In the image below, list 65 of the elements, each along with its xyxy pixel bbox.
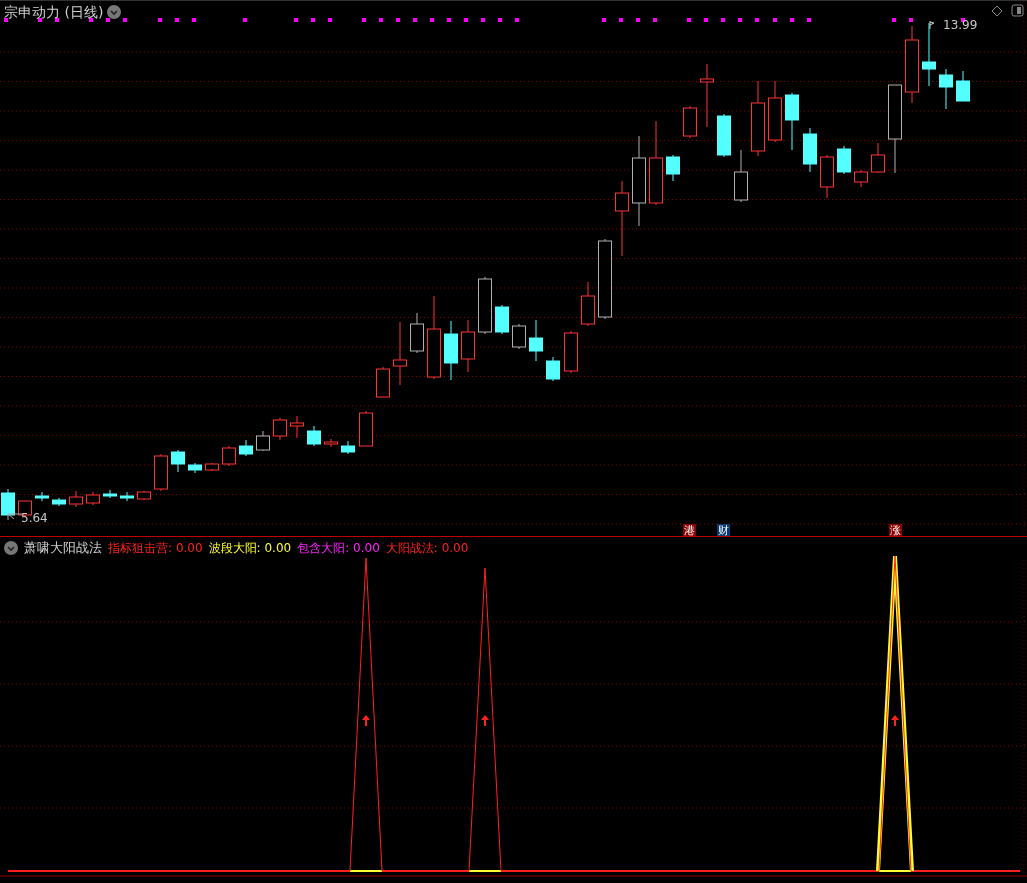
indicator-name: 萧啸大阳战法 — [24, 539, 102, 558]
candlestick — [495, 304, 509, 335]
indicator-value: 大阳战法: 0.00 — [385, 540, 469, 557]
candlestick — [188, 462, 202, 474]
diamond-icon[interactable] — [991, 5, 1003, 17]
candlestick — [307, 425, 321, 447]
candlestick — [529, 319, 543, 362]
candlestick — [324, 438, 338, 448]
candlestick — [820, 154, 834, 199]
candlestick — [1, 488, 15, 516]
candlestick — [461, 319, 475, 373]
low-price-label: 5.64 — [21, 512, 48, 524]
candlestick — [768, 80, 782, 143]
candlestick — [700, 63, 714, 128]
dropdown-icon[interactable] — [4, 541, 18, 555]
candlestick — [666, 154, 680, 182]
candlestick — [154, 453, 168, 492]
candlestick — [546, 356, 560, 382]
candlestick — [717, 113, 731, 158]
candlestick — [120, 491, 134, 502]
candlestick — [564, 330, 578, 374]
candlestick — [871, 142, 885, 174]
up-arrow-icon — [362, 715, 370, 726]
up-arrow-icon — [891, 715, 899, 726]
candlestick — [683, 105, 697, 139]
candlestick — [376, 366, 390, 398]
chart-title: 宗申动力 (日线) — [4, 2, 104, 22]
candlestick — [103, 489, 117, 499]
candlestick — [205, 462, 219, 472]
candlestick — [393, 321, 407, 386]
candlestick — [256, 430, 270, 452]
candlestick — [69, 490, 83, 508]
candlestick — [239, 439, 253, 457]
panel-icon[interactable] — [1011, 4, 1024, 17]
candlestick — [478, 276, 492, 335]
candlestick — [512, 323, 526, 350]
candlestick — [734, 149, 748, 203]
candlestick — [410, 312, 424, 354]
candlestick — [854, 169, 868, 188]
candlestick — [341, 440, 355, 455]
candlestick — [35, 491, 49, 502]
candlestick — [86, 491, 100, 506]
candlestick — [922, 22, 936, 87]
flag-icon — [929, 20, 935, 30]
candlestick — [837, 145, 851, 175]
candlestick — [52, 497, 66, 507]
candlestick — [171, 449, 185, 473]
indicator-value: 指标狙击营: 0.00 — [108, 540, 203, 557]
candlestick — [359, 410, 373, 447]
up-arrow-icon — [481, 715, 489, 726]
high-price-label: 13.99 — [943, 19, 978, 31]
candlestick — [785, 92, 799, 151]
candlestick — [444, 320, 458, 381]
candlestick — [290, 415, 304, 439]
candlestick — [273, 417, 287, 441]
candlestick — [803, 127, 817, 173]
candlestick — [222, 445, 236, 467]
indicator-value: 波段大阳: 0.00 — [208, 540, 292, 557]
candlestick — [956, 70, 970, 102]
candlestick — [581, 281, 595, 327]
candlestick — [137, 490, 151, 501]
candlestick — [939, 68, 953, 110]
dropdown-icon[interactable] — [107, 5, 122, 19]
arrow-icon — [7, 513, 23, 521]
indicator-value: 包含大阳: 0.00 — [297, 540, 380, 557]
